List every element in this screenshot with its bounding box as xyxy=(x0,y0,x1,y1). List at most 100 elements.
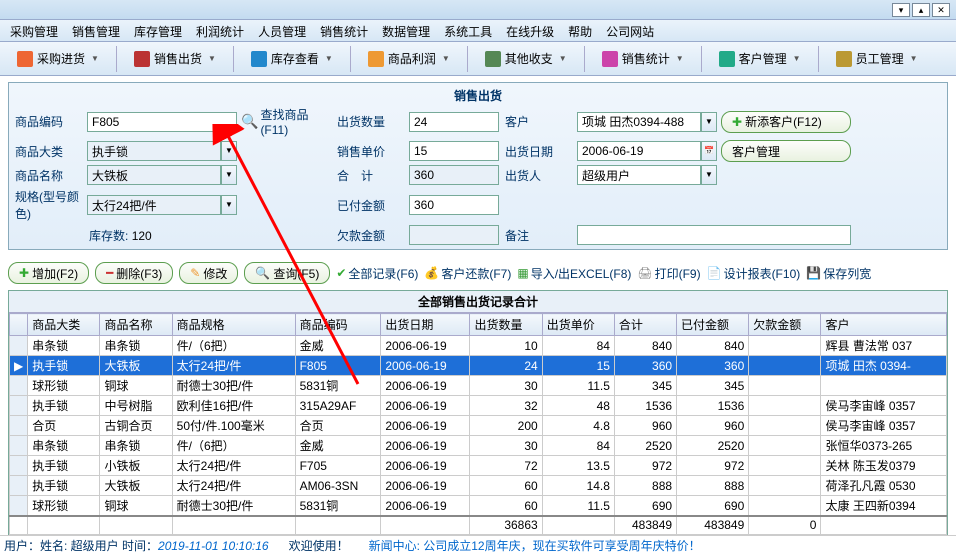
table-row[interactable]: 执手锁小铁板太行24把/件F7052006-06-197213.5972972关… xyxy=(10,456,947,476)
menu-item-4[interactable]: 人员管理 xyxy=(258,23,306,38)
new-customer-button[interactable]: ✚新添客户(F12) xyxy=(721,111,851,133)
table-row[interactable]: 球形锁铜球耐德士30把/件5831铜2006-06-193011.5345345 xyxy=(10,376,947,396)
menu-item-0[interactable]: 采购管理 xyxy=(10,23,58,38)
col-header[interactable]: 客户 xyxy=(821,314,947,336)
plus-icon: ✚ xyxy=(19,266,29,280)
menu-item-6[interactable]: 数据管理 xyxy=(382,23,430,38)
edit-icon: ✎ xyxy=(190,266,200,280)
date-picker-button[interactable]: 📅 xyxy=(701,141,717,161)
sales-table[interactable]: 商品大类商品名称商品规格商品编码出货日期出货数量出货单价合计已付金额欠款金额客户… xyxy=(9,313,947,535)
table-row[interactable]: 串条锁串条锁件/（6把）金威2006-06-19308425202520张恒华0… xyxy=(10,436,947,456)
customer-mgmt-button[interactable]: 客户管理 xyxy=(721,140,851,162)
shipper-input[interactable] xyxy=(577,165,701,185)
search-product-button[interactable]: 🔍查找商品(F11) xyxy=(241,106,331,137)
col-header[interactable]: 合计 xyxy=(614,314,676,336)
toolbar-销售出货[interactable]: 销售出货▼ xyxy=(125,46,225,71)
col-header[interactable]: 商品大类 xyxy=(28,314,100,336)
customer-dropdown[interactable]: ▼ xyxy=(701,112,717,132)
spec-label: 规格(型号颜色) xyxy=(13,188,83,222)
name-input[interactable] xyxy=(87,165,221,185)
toolbar-客户管理[interactable]: 客户管理▼ xyxy=(710,46,810,71)
toolbar-其他收支[interactable]: 其他收支▼ xyxy=(476,46,576,71)
out-date-input[interactable] xyxy=(577,141,701,161)
search-icon: 🔍 xyxy=(241,113,258,130)
stock-value: 120 xyxy=(132,229,152,243)
delete-button[interactable]: ━删除(F3) xyxy=(95,262,173,284)
print-button[interactable]: 🖨打印(F9) xyxy=(637,265,700,282)
table-row[interactable]: 球形锁铜球耐德士30把/件5831铜2006-06-196011.5690690… xyxy=(10,496,947,517)
table-row[interactable]: 串条锁串条锁件/（6把）金威2006-06-191084840840辉县 曹法常… xyxy=(10,336,947,356)
status-time: 2019-11-01 10:10:16 xyxy=(158,539,269,553)
toolbar-采购进货[interactable]: 采购进货▼ xyxy=(8,46,108,71)
toolbar-销售统计[interactable]: 销售统计▼ xyxy=(593,46,693,71)
menu-item-1[interactable]: 销售管理 xyxy=(72,23,120,38)
spec-input[interactable] xyxy=(87,195,221,215)
col-header[interactable]: 欠款金额 xyxy=(749,314,821,336)
customer-input[interactable] xyxy=(577,112,701,132)
col-header[interactable]: 出货单价 xyxy=(542,314,614,336)
remark-label: 备注 xyxy=(503,227,573,244)
minimize-button[interactable]: ▾ xyxy=(892,3,910,17)
table-row[interactable]: ▶执手锁大铁板太行24把/件F8052006-06-192415360360项城… xyxy=(10,356,947,376)
col-header[interactable]: 商品名称 xyxy=(100,314,172,336)
table-row[interactable]: 合页古铜合页50付/件.100毫米合页2006-06-192004.896096… xyxy=(10,416,947,436)
menu-item-9[interactable]: 帮助 xyxy=(568,23,592,38)
spec-dropdown[interactable]: ▼ xyxy=(221,195,237,215)
unit-price-input[interactable] xyxy=(409,141,499,161)
shipper-label: 出货人 xyxy=(503,167,573,184)
menu-item-7[interactable]: 系统工具 xyxy=(444,23,492,38)
excel-button[interactable]: ▦导入/出EXCEL(F8) xyxy=(517,265,631,282)
money-icon: 💰 xyxy=(424,266,439,280)
main-toolbar: 采购进货▼ 销售出货▼ 库存查看▼ 商品利润▼ 其他收支▼ 销售统计▼ 客户管理▼ 员工管理▼ xyxy=(0,42,956,76)
menu-item-8[interactable]: 在线升级 xyxy=(506,23,554,38)
total-label: 合 计 xyxy=(335,167,405,184)
add-button[interactable]: ✚增加(F2) xyxy=(8,262,89,284)
edit-button[interactable]: ✎修改 xyxy=(179,262,238,284)
report-icon: 📄 xyxy=(707,266,722,280)
total-input xyxy=(409,165,499,185)
toolbar-库存查看[interactable]: 库存查看▼ xyxy=(242,46,342,71)
out-date-label: 出货日期 xyxy=(503,143,573,160)
unit-price-label: 销售单价 xyxy=(335,143,405,160)
product-code-input[interactable] xyxy=(87,112,237,132)
all-records-button[interactable]: ✔全部记录(F6) xyxy=(336,265,418,282)
action-bar: ✚增加(F2) ━删除(F3) ✎修改 🔍查询(F5) ✔全部记录(F6) 💰客… xyxy=(0,256,956,290)
panel-title: 销售出货 xyxy=(13,85,943,106)
out-qty-input[interactable] xyxy=(409,112,499,132)
menu-item-5[interactable]: 销售统计 xyxy=(320,23,368,38)
save-width-button[interactable]: 💾保存列宽 xyxy=(806,265,871,282)
maximize-button[interactable]: ▴ xyxy=(912,3,930,17)
toolbar-商品利润[interactable]: 商品利润▼ xyxy=(359,46,459,71)
remark-input[interactable] xyxy=(577,225,851,245)
col-header[interactable]: 商品规格 xyxy=(172,314,295,336)
toolbar-员工管理[interactable]: 员工管理▼ xyxy=(827,46,927,71)
check-icon: ✔ xyxy=(336,266,346,280)
query-button[interactable]: 🔍查询(F5) xyxy=(244,262,330,284)
report-button[interactable]: 📄设计报表(F10) xyxy=(707,265,801,282)
toolbar-icon xyxy=(368,51,384,67)
name-dropdown[interactable]: ▼ xyxy=(221,165,237,185)
paid-input[interactable] xyxy=(409,195,499,215)
menu-item-3[interactable]: 利润统计 xyxy=(196,23,244,38)
out-qty-label: 出货数量 xyxy=(335,113,405,130)
repay-button[interactable]: 💰客户还款(F7) xyxy=(424,265,511,282)
table-row[interactable]: 执手锁中号树脂欧利佳16把/件315A29AF2006-06-193248153… xyxy=(10,396,947,416)
menu-item-2[interactable]: 库存管理 xyxy=(134,23,182,38)
save-icon: 💾 xyxy=(806,266,821,280)
col-header[interactable]: 出货数量 xyxy=(470,314,542,336)
category-input[interactable] xyxy=(87,141,221,161)
col-header[interactable]: 出货日期 xyxy=(381,314,470,336)
chevron-down-icon: ▼ xyxy=(559,54,567,63)
table-footer: 368634838494838490 xyxy=(10,516,947,534)
sales-form-panel: 销售出货 商品编码 🔍查找商品(F11) 出货数量 客户 ▼ ✚新添客户(F12… xyxy=(8,82,948,250)
menu-item-10[interactable]: 公司网站 xyxy=(606,23,654,38)
close-button[interactable]: ✕ xyxy=(932,3,950,17)
shipper-dropdown[interactable]: ▼ xyxy=(701,165,717,185)
status-user: 用户：姓名: 超级用户 时间： xyxy=(4,539,158,553)
data-grid: 全部销售出货记录合计 商品大类商品名称商品规格商品编码出货日期出货数量出货单价合… xyxy=(8,290,948,536)
col-header[interactable]: 商品编码 xyxy=(295,314,381,336)
table-row[interactable]: 执手锁大铁板太行24把/件AM06-3SN2006-06-196014.8888… xyxy=(10,476,947,496)
category-dropdown[interactable]: ▼ xyxy=(221,141,237,161)
col-header[interactable]: 已付金额 xyxy=(677,314,749,336)
menubar: 采购管理销售管理库存管理利润统计人员管理销售统计数据管理系统工具在线升级帮助公司… xyxy=(0,20,956,42)
